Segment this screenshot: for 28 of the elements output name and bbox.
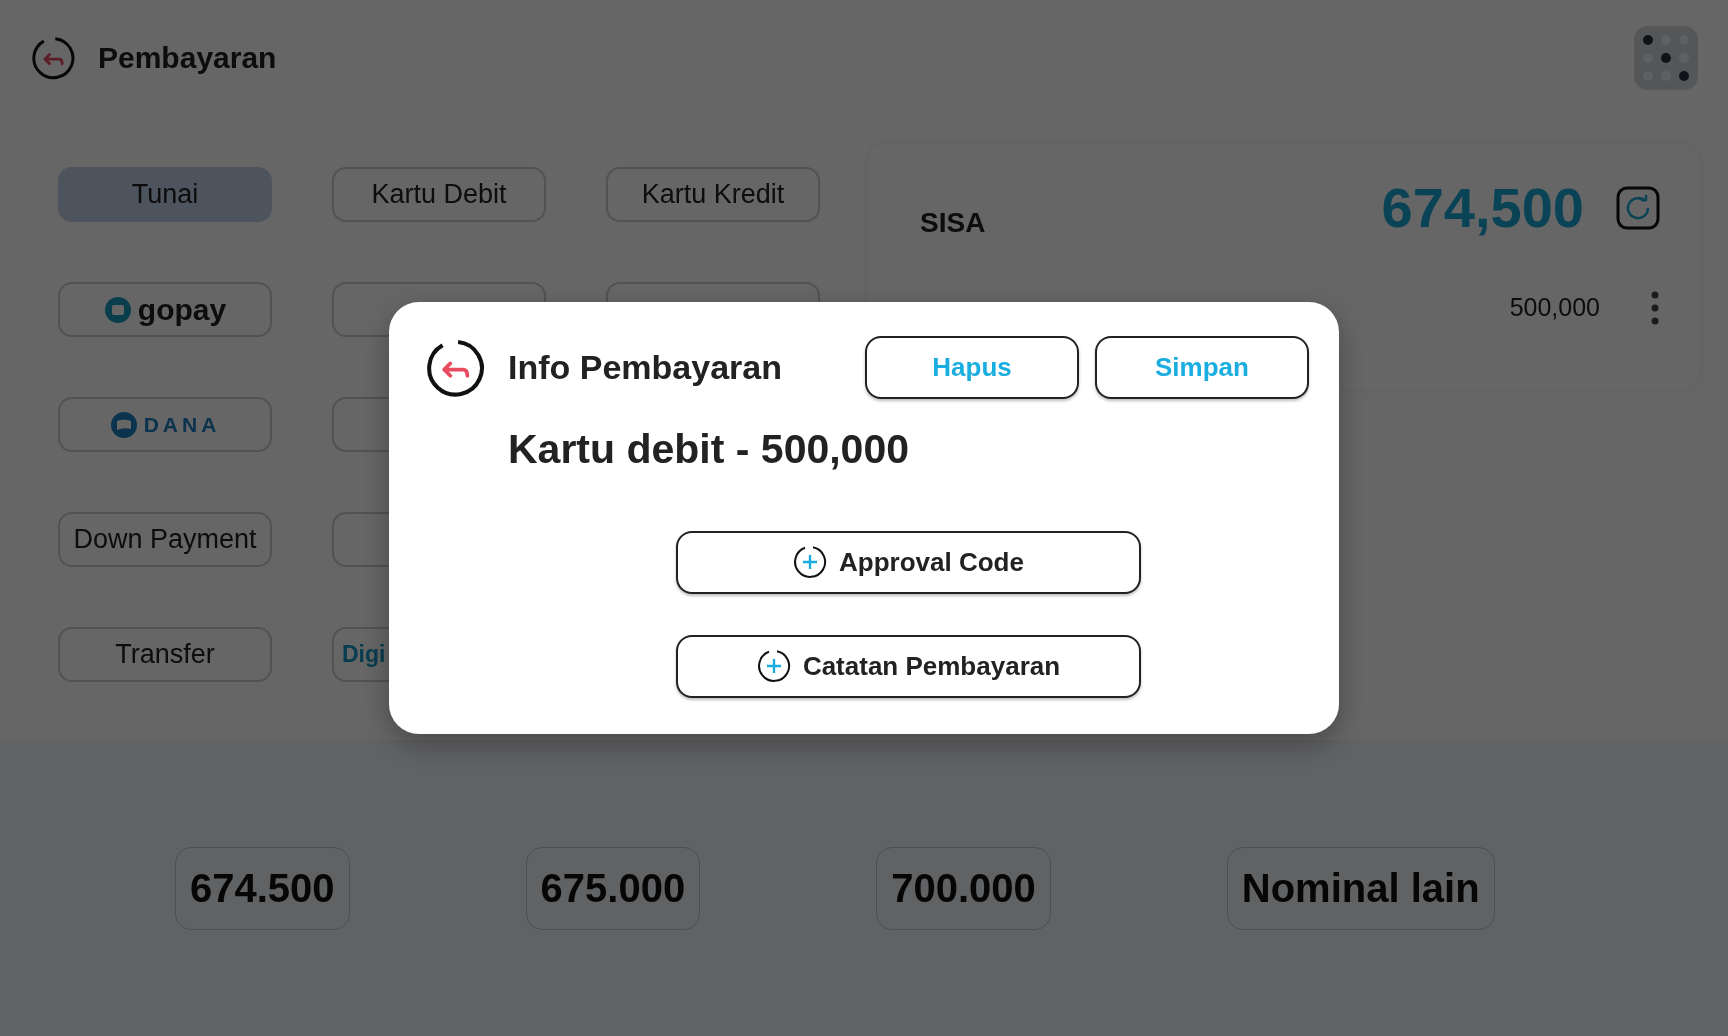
more-options-icon[interactable]: [1650, 290, 1660, 326]
payment-method-button[interactable]: Kartu Kredit: [606, 167, 820, 222]
amount-chip[interactable]: 700.000: [876, 846, 1051, 930]
plus-icon: [793, 545, 828, 579]
remaining-amount: 674,500: [1381, 175, 1584, 241]
payment-detail: Kartu debit - 500,000: [508, 425, 911, 474]
chat-bubble-icon: [109, 410, 138, 439]
plus-icon: [756, 649, 791, 683]
payment-method-button[interactable]: Kartu Debit: [332, 167, 546, 222]
wallet-icon: [103, 295, 132, 324]
payment-method-button[interactable]: Down Payment: [58, 512, 272, 567]
save-button[interactable]: Simpan: [1095, 336, 1309, 399]
payment-method-button[interactable]: Tunai: [58, 167, 272, 222]
amount-chip[interactable]: 675.000: [525, 846, 701, 930]
add-field-button[interactable]: Approval Code: [676, 530, 1141, 594]
amount-chip[interactable]: 674.500: [175, 846, 350, 930]
add-field-button[interactable]: Catatan Pembayaran: [676, 634, 1141, 698]
payment-amount: 500,000: [1509, 292, 1600, 324]
payment-method-button[interactable]: DANA: [58, 397, 272, 452]
page-title: Pembayaran: [98, 40, 277, 76]
amount-chip[interactable]: Nominal lain: [1226, 846, 1495, 930]
dialog-title: Info Pembayaran: [508, 347, 782, 388]
payment-method-button[interactable]: Transfer: [58, 627, 272, 682]
delete-button[interactable]: Hapus: [865, 336, 1079, 399]
remaining-label: SISA: [920, 206, 986, 240]
refresh-icon[interactable]: [1616, 186, 1660, 230]
payment-method-button[interactable]: gopay: [58, 282, 272, 337]
apps-menu-icon[interactable]: [1634, 25, 1698, 90]
